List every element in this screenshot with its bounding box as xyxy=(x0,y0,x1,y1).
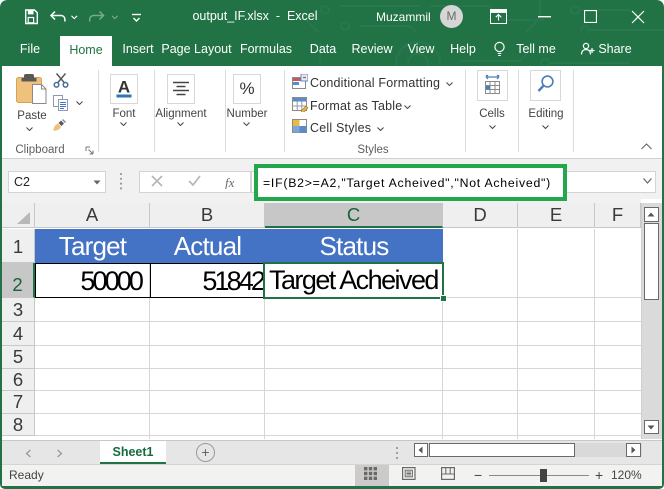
svg-text:A: A xyxy=(118,78,130,97)
svg-text:%: % xyxy=(239,79,254,98)
svg-text:fx: fx xyxy=(225,175,235,189)
